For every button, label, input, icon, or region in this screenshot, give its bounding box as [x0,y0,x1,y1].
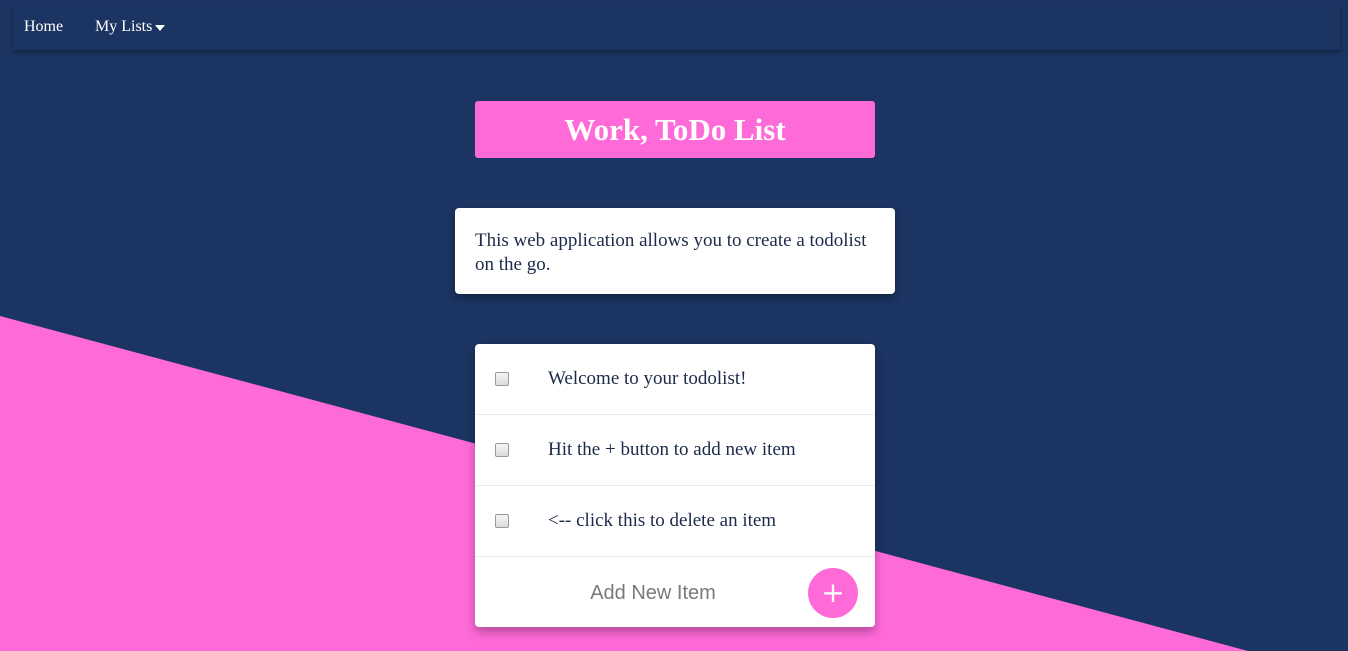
todo-item-label: Hit the + button to add new item [548,439,796,460]
add-item-button[interactable]: + [808,568,858,618]
todo-item-checkbox[interactable] [495,443,509,457]
intro-text: This web application allows you to creat… [475,230,867,275]
nav-home-link[interactable]: Home [24,18,63,36]
todo-item-checkbox[interactable] [495,372,509,386]
page-title: Work, ToDo List [564,111,786,147]
nav-my-lists-label: My Lists [95,18,153,35]
add-item-row: + [475,557,875,626]
todo-item: Hit the + button to add new item [475,415,875,486]
list-title-banner: Work, ToDo List [475,101,875,158]
caret-down-icon [155,24,166,31]
top-navbar: Home My Lists [13,4,1340,50]
todo-list-card: Welcome to your todolist! Hit the + butt… [475,344,875,627]
todo-item: Welcome to your todolist! [475,344,875,415]
new-item-input[interactable] [475,567,831,619]
intro-card: This web application allows you to creat… [455,208,895,294]
todo-item-checkbox[interactable] [495,514,509,528]
nav-home-label: Home [24,18,64,35]
nav-my-lists-dropdown[interactable]: My Lists [95,18,166,36]
todo-item: <-- click this to delete an item [475,486,875,557]
todo-item-label: Welcome to your todolist! [548,368,747,389]
todo-item-label: <-- click this to delete an item [548,510,777,531]
